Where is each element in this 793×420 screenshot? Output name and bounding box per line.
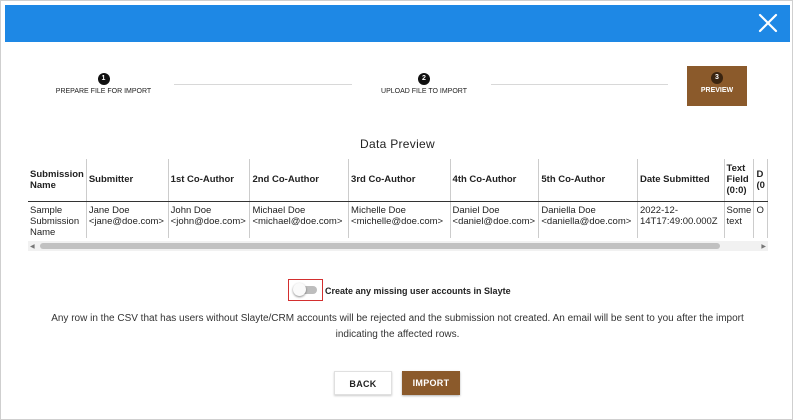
table-cell: 2022-12- 14T17:49:00.000Z xyxy=(637,201,725,238)
date-line: 2022-12- xyxy=(639,204,678,216)
import-button[interactable]: IMPORT xyxy=(402,371,460,395)
close-icon xyxy=(758,13,778,33)
table-cell: Michelle Doe <michelle@doe.com> xyxy=(348,201,451,238)
person-email: <michelle@doe.com> xyxy=(351,215,444,227)
create-accounts-label: Create any missing user accounts in Slay… xyxy=(325,286,511,296)
preview-table: Submission Name Submitter 1st Co-Author … xyxy=(28,159,768,238)
text-line: text xyxy=(726,215,742,227)
person-name: Michael Doe xyxy=(252,204,306,216)
date-line: 14T17:49:00.000Z xyxy=(639,215,718,227)
column-header: 4th Co-Author xyxy=(450,159,540,202)
person-email: <daniel@doe.com> xyxy=(452,215,536,227)
column-header: 3rd Co-Author xyxy=(348,159,451,202)
create-accounts-toggle[interactable] xyxy=(288,279,323,301)
column-header: Date Submitted xyxy=(637,159,725,202)
preview-title: Data Preview xyxy=(360,137,435,151)
import-dialog: 1 PREPARE FILE FOR IMPORT 2 UPLOAD FILE … xyxy=(0,0,793,420)
toggle-knob xyxy=(293,283,306,296)
column-header: Submission Name xyxy=(28,159,87,202)
person-email: <daniella@doe.com> xyxy=(541,215,632,227)
table-cell: Michael Doe <michael@doe.com> xyxy=(249,201,350,238)
person-name: John Doe xyxy=(170,204,212,216)
step-preview[interactable]: 3 PREVIEW xyxy=(687,66,747,106)
table-header-row: Submission Name Submitter 1st Co-Author … xyxy=(28,159,768,202)
dialog-header xyxy=(5,5,790,42)
step-label: PREVIEW xyxy=(700,87,734,94)
scroll-right-arrow-icon[interactable]: ▶ xyxy=(761,243,766,250)
person-email: <john@doe.com> xyxy=(170,215,246,227)
person-name: Daniella Doe xyxy=(541,204,596,216)
table-row: Sample Submission Name Jane Doe <jane@do… xyxy=(28,201,768,238)
step-upload[interactable]: 2 UPLOAD FILE TO IMPORT xyxy=(374,73,474,95)
person-name: Jane Doe xyxy=(88,204,130,216)
column-header: 5th Co-Author xyxy=(538,159,638,202)
table-cell: John Doe <john@doe.com> xyxy=(168,201,251,238)
scroll-left-arrow-icon[interactable]: ◀ xyxy=(30,243,35,250)
table-cell: Sample Submission Name xyxy=(28,201,87,238)
horizontal-scrollbar[interactable]: ◀ ▶ xyxy=(28,241,768,251)
import-note: Any row in the CSV that has users withou… xyxy=(51,313,744,340)
column-header: D (0 xyxy=(753,159,768,202)
person-email: <jane@doe.com> xyxy=(88,215,164,227)
column-header: 2nd Co-Author xyxy=(249,159,350,202)
person-name: Michelle Doe xyxy=(351,204,406,216)
step-number: 2 xyxy=(418,73,430,85)
step-connector xyxy=(174,84,352,85)
close-button[interactable] xyxy=(756,11,780,35)
preview-table-container[interactable]: Submission Name Submitter 1st Co-Author … xyxy=(28,159,768,241)
step-number: 3 xyxy=(711,72,723,84)
table-cell: Daniel Doe <daniel@doe.com> xyxy=(450,201,540,238)
scrollbar-thumb[interactable] xyxy=(40,243,720,249)
table-cell: Jane Doe <jane@doe.com> xyxy=(86,201,169,238)
step-label: UPLOAD FILE TO IMPORT xyxy=(381,88,467,95)
step-prepare[interactable]: 1 PREPARE FILE FOR IMPORT xyxy=(51,73,156,95)
person-name: Daniel Doe xyxy=(452,204,500,216)
table-cell: O xyxy=(753,201,768,238)
column-header: 1st Co-Author xyxy=(168,159,251,202)
back-button[interactable]: BACK xyxy=(334,371,392,395)
table-cell: Some text xyxy=(724,201,755,238)
column-header: Text Field (0:0) xyxy=(724,159,755,202)
step-number: 1 xyxy=(97,73,110,85)
step-label: PREPARE FILE FOR IMPORT xyxy=(55,88,152,95)
text-line: Some xyxy=(726,204,752,216)
table-cell: Daniella Doe <daniella@doe.com> xyxy=(538,201,638,238)
import-stepper: 1 PREPARE FILE FOR IMPORT 2 UPLOAD FILE … xyxy=(1,63,793,113)
column-header: Submitter xyxy=(86,159,169,202)
person-email: <michael@doe.com> xyxy=(252,215,343,227)
step-connector xyxy=(491,84,668,85)
